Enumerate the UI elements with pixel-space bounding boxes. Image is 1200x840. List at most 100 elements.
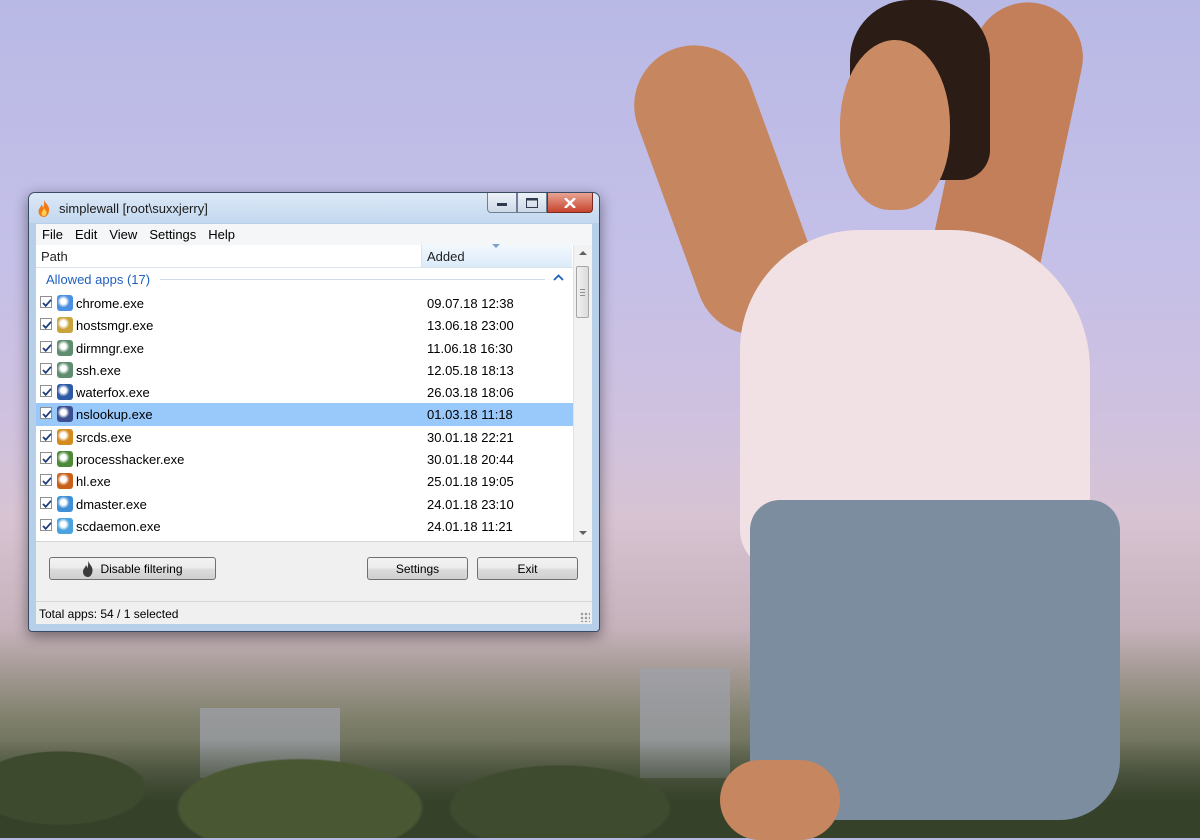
table-row[interactable]: nslookup.exe 01.03.18 11:18 xyxy=(36,403,573,426)
checkmark-icon xyxy=(42,366,52,375)
app-added-date: 13.06.18 23:00 xyxy=(427,318,514,334)
status-text: Total apps: 54 / 1 selected xyxy=(39,607,179,621)
app-added-date: 30.01.18 22:21 xyxy=(427,429,514,445)
menu-help[interactable]: Help xyxy=(202,227,241,242)
app-added-date: 26.03.18 18:06 xyxy=(427,385,514,401)
checkmark-icon xyxy=(42,455,52,464)
checkmark-icon xyxy=(42,522,52,531)
table-row[interactable]: dmaster.exe 24.01.18 23:10 xyxy=(36,493,573,515)
disable-filtering-label: Disable filtering xyxy=(100,561,183,576)
app-added-date: 09.07.18 12:38 xyxy=(427,296,514,311)
vertical-scrollbar[interactable] xyxy=(573,245,592,541)
waterfox-icon xyxy=(57,384,73,401)
menu-settings[interactable]: Settings xyxy=(143,227,202,242)
window-client-area: File Edit View Settings Help Path Added … xyxy=(36,224,592,624)
row-checkbox[interactable] xyxy=(40,362,52,375)
maximize-icon xyxy=(526,197,538,208)
resize-grip[interactable] xyxy=(580,612,590,622)
menu-bar: File Edit View Settings Help xyxy=(36,224,592,245)
table-row[interactable]: hl.exe 25.01.18 19:05 xyxy=(36,470,573,492)
app-added-date: 24.01.18 23:10 xyxy=(427,496,514,512)
column-header-path[interactable]: Path xyxy=(36,245,422,267)
app-path: dmaster.exe xyxy=(76,496,147,512)
scroll-up-icon[interactable] xyxy=(579,251,587,255)
exit-label: Exit xyxy=(517,561,538,576)
sort-descending-icon xyxy=(492,244,500,248)
maximize-button[interactable] xyxy=(517,193,547,213)
row-checkbox[interactable] xyxy=(40,340,52,353)
wallpaper-person xyxy=(617,0,1120,840)
row-checkbox[interactable] xyxy=(40,407,52,420)
list-header: Path Added xyxy=(36,244,573,268)
flame-icon xyxy=(38,200,50,217)
disable-filtering-button[interactable]: Disable filtering xyxy=(49,557,216,580)
group-divider xyxy=(160,279,545,280)
settings-label: Settings xyxy=(395,561,440,576)
row-checkbox[interactable] xyxy=(40,385,52,398)
app-path: waterfox.exe xyxy=(76,385,150,401)
app-added-date: 01.03.18 11:18 xyxy=(427,407,513,423)
app-added-date: 25.01.18 19:05 xyxy=(427,474,514,490)
checkmark-icon xyxy=(42,410,52,419)
status-bar: Total apps: 54 / 1 selected xyxy=(36,601,592,624)
checkmark-icon xyxy=(42,321,52,330)
exit-button[interactable]: Exit xyxy=(477,557,578,580)
terminal-icon xyxy=(57,339,73,356)
row-checkbox[interactable] xyxy=(40,429,52,442)
minimize-button[interactable] xyxy=(487,193,517,213)
menu-edit[interactable]: Edit xyxy=(69,227,103,242)
table-row[interactable]: processhacker.exe 30.01.18 20:44 xyxy=(36,448,573,470)
settings-button[interactable]: Settings xyxy=(367,557,468,580)
table-row[interactable]: chrome.exe 09.07.18 12:38 xyxy=(36,292,573,314)
scroll-down-icon[interactable] xyxy=(579,531,587,535)
table-row[interactable]: dirmngr.exe 11.06.18 16:30 xyxy=(36,337,573,359)
table-row[interactable]: srcds.exe 30.01.18 22:21 xyxy=(36,426,573,448)
scroll-thumb[interactable] xyxy=(576,266,589,318)
table-row[interactable]: ssh.exe 12.05.18 18:13 xyxy=(36,359,573,381)
table-row[interactable]: hostsmgr.exe 13.06.18 23:00 xyxy=(36,314,573,336)
processhacker-icon xyxy=(57,451,73,468)
row-checkbox[interactable] xyxy=(40,496,52,509)
app-path: dirmngr.exe xyxy=(76,340,144,356)
column-header-added[interactable]: Added xyxy=(422,244,572,267)
close-button[interactable] xyxy=(547,193,593,213)
hostsmgr-icon xyxy=(57,317,73,334)
network-icon xyxy=(57,406,73,423)
collapse-chevron-icon[interactable] xyxy=(553,273,564,282)
app-path: processhacker.exe xyxy=(76,452,185,468)
app-path: hl.exe xyxy=(76,474,111,490)
checkmark-icon xyxy=(42,343,52,352)
app-path: scdaemon.exe xyxy=(76,518,161,534)
app-added-date: 11.06.18 16:30 xyxy=(427,340,513,356)
checkmark-icon xyxy=(42,299,52,308)
row-checkbox[interactable] xyxy=(40,452,52,465)
close-icon xyxy=(564,197,576,208)
table-row[interactable]: waterfox.exe 26.03.18 18:06 xyxy=(36,381,573,403)
row-checkbox[interactable] xyxy=(40,318,52,331)
row-checkbox[interactable] xyxy=(40,296,52,308)
checkmark-icon xyxy=(42,499,52,508)
app-path: ssh.exe xyxy=(76,362,121,378)
checkmark-icon xyxy=(42,477,52,486)
table-row[interactable]: scdaemon.exe 24.01.18 11:21 xyxy=(36,515,573,537)
group-header-allowed-apps[interactable]: Allowed apps (17) xyxy=(36,268,573,290)
half-life-icon xyxy=(57,428,73,445)
half-life-icon xyxy=(57,473,73,490)
row-checkbox[interactable] xyxy=(40,518,52,531)
title-bar[interactable]: simplewall [root\suxxjerry] xyxy=(29,193,599,223)
flame-icon xyxy=(83,560,94,577)
window-title: simplewall [root\suxxjerry] xyxy=(59,201,208,216)
menu-view[interactable]: View xyxy=(103,227,143,242)
group-label: Allowed apps (17) xyxy=(46,272,151,287)
row-checkbox[interactable] xyxy=(40,474,52,487)
menu-file[interactable]: File xyxy=(36,227,69,242)
download-master-icon xyxy=(57,495,73,512)
terminal-icon xyxy=(57,361,73,378)
scdaemon-icon xyxy=(57,517,73,534)
app-added-date: 30.01.18 20:44 xyxy=(427,452,514,468)
apps-list[interactable]: Path Added Allowed apps (17) chrome.exe 0… xyxy=(36,244,592,542)
chrome-icon xyxy=(57,295,73,311)
app-path: chrome.exe xyxy=(76,296,144,311)
checkmark-icon xyxy=(42,432,52,441)
app-added-date: 24.01.18 11:21 xyxy=(427,518,513,534)
